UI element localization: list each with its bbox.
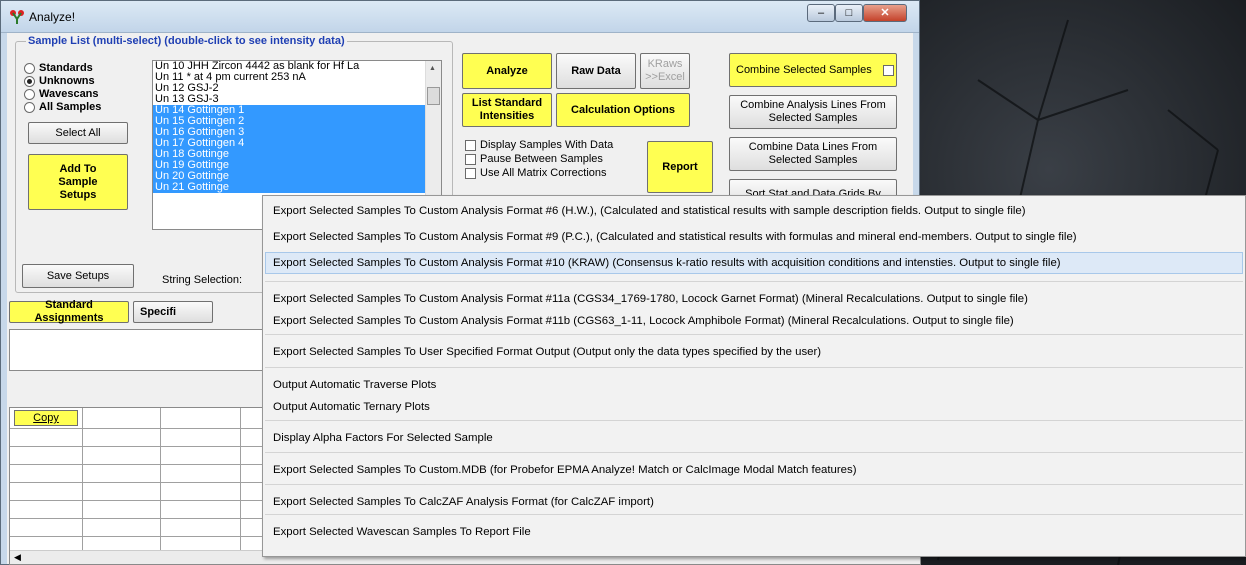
minimize-button[interactable]: – xyxy=(807,4,835,22)
menu-item[interactable]: Export Selected Samples To Custom Analys… xyxy=(265,310,1243,332)
menu-item[interactable]: Export Selected Wavescan Samples To Repo… xyxy=(265,521,1243,543)
copy-button[interactable]: Copy xyxy=(14,410,78,426)
sample-list-item[interactable]: Un 21 Gottinge xyxy=(153,182,441,193)
menu-separator xyxy=(265,367,1243,368)
report-button[interactable]: Report xyxy=(647,141,713,193)
menu-separator xyxy=(265,452,1243,453)
scroll-up-icon[interactable]: ▲ xyxy=(429,65,436,72)
menu-item[interactable]: Export Selected Samples To Custom Analys… xyxy=(265,252,1243,274)
combine-checkbox[interactable] xyxy=(883,65,894,76)
menu-item[interactable]: Export Selected Samples To Custom Analys… xyxy=(265,200,1243,222)
radio-icon xyxy=(24,101,35,113)
option-display-samples[interactable]: Display Samples With Data xyxy=(465,139,613,151)
analyze-button[interactable]: Analyze xyxy=(462,53,552,89)
raw-data-button[interactable]: Raw Data xyxy=(556,53,636,89)
string-selection-label: String Selection: xyxy=(162,274,243,286)
checkbox[interactable] xyxy=(465,139,476,151)
menu-item[interactable]: Export Selected Samples To User Specifie… xyxy=(265,341,1243,363)
menu-item[interactable]: Export Selected Samples To Custom.MDB (f… xyxy=(265,459,1243,481)
list-standard-intensities-button[interactable]: List Standard Intensities xyxy=(462,93,552,127)
menu-separator xyxy=(265,484,1243,485)
menu-item[interactable]: Export Selected Samples To CalcZAF Analy… xyxy=(265,491,1243,513)
radio-unknowns[interactable]: Unknowns xyxy=(24,75,95,87)
menu-separator xyxy=(265,281,1243,282)
combine-data-lines-button[interactable]: Combine Data Lines From Selected Samples xyxy=(729,137,897,171)
menu-separator xyxy=(265,514,1243,515)
menu-item[interactable]: Output Automatic Ternary Plots xyxy=(265,396,1243,418)
export-context-menu: Export Selected Samples To Custom Analys… xyxy=(262,195,1246,557)
standard-assignments-button[interactable]: Standard Assignments xyxy=(9,299,129,324)
calculation-options-button[interactable]: Calculation Options xyxy=(556,93,690,127)
specified-concentrations-button[interactable]: Specifi xyxy=(133,301,213,323)
checkbox[interactable] xyxy=(465,153,476,165)
scroll-left-icon[interactable]: ◀ xyxy=(14,552,21,563)
radio-standards[interactable]: Standards xyxy=(24,62,93,74)
menu-item[interactable]: Export Selected Samples To Custom Analys… xyxy=(265,226,1243,248)
title-bar: Analyze! – □ ✕ xyxy=(1,1,919,33)
combine-selected-samples-button[interactable]: Combine Selected Samples xyxy=(729,53,897,87)
option-use-all-matrix[interactable]: Use All Matrix Corrections xyxy=(465,167,607,179)
save-setups-button[interactable]: Save Setups xyxy=(22,264,134,288)
menu-item[interactable]: Output Automatic Traverse Plots xyxy=(265,374,1243,396)
checkbox[interactable] xyxy=(465,167,476,179)
combine-analysis-lines-button[interactable]: Combine Analysis Lines From Selected Sam… xyxy=(729,95,897,129)
close-button[interactable]: ✕ xyxy=(863,4,907,22)
radio-icon xyxy=(24,88,35,100)
window-title: Analyze! xyxy=(29,10,76,24)
app-icon xyxy=(10,10,24,24)
maximize-button[interactable]: □ xyxy=(835,4,863,22)
select-all-button[interactable]: Select All xyxy=(28,122,128,144)
menu-item[interactable]: Display Alpha Factors For Selected Sampl… xyxy=(265,427,1243,449)
scroll-thumb[interactable] xyxy=(427,87,440,105)
radio-icon xyxy=(24,62,35,74)
option-pause-between[interactable]: Pause Between Samples xyxy=(465,153,603,165)
menu-separator xyxy=(265,420,1243,421)
kraws-excel-button[interactable]: KRaws >>Excel xyxy=(640,53,690,89)
radio-wavescans[interactable]: Wavescans xyxy=(24,88,99,100)
menu-separator xyxy=(265,334,1243,335)
menu-item[interactable]: Export Selected Samples To Custom Analys… xyxy=(265,288,1243,310)
add-to-setups-button[interactable]: Add To Sample Setups xyxy=(28,154,128,210)
radio-all-samples[interactable]: All Samples xyxy=(24,101,101,113)
sample-list-title: Sample List (multi-select) (double-click… xyxy=(26,35,347,47)
radio-icon xyxy=(24,75,35,87)
